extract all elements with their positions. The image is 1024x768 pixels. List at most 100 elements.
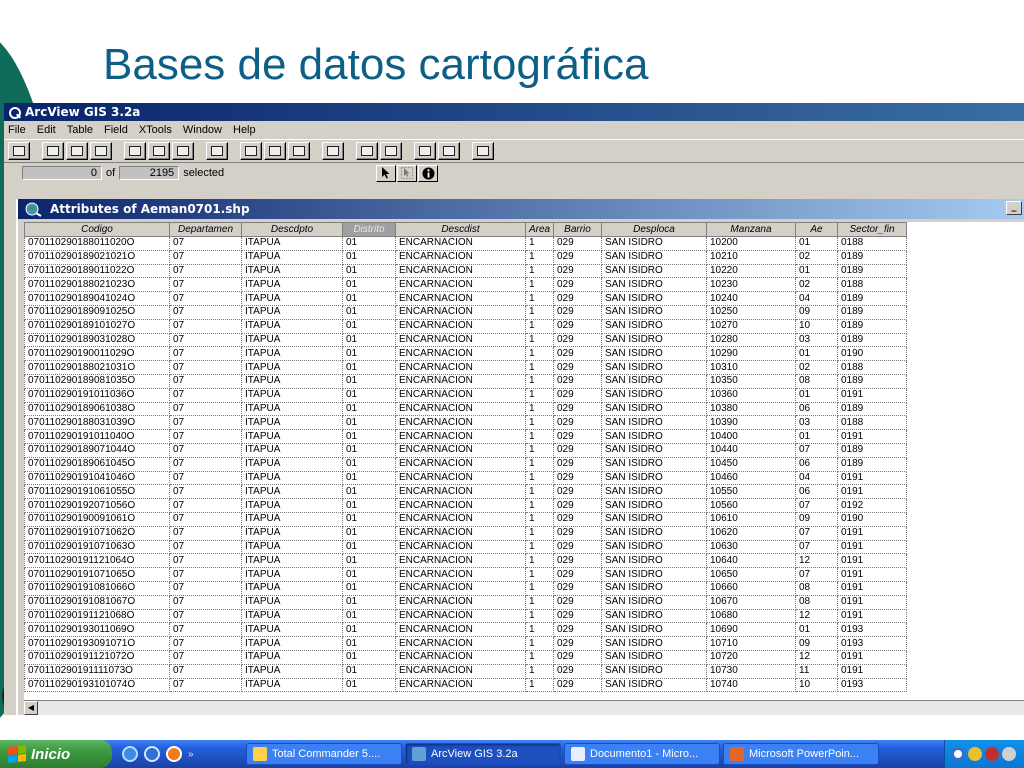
table-cell[interactable]: 10280 (706, 332, 796, 348)
table-cell[interactable]: ITAPUA (241, 636, 343, 651)
table-cell[interactable]: 07 (795, 567, 838, 582)
table-cell[interactable]: 070110290191011036O (24, 387, 170, 403)
table-cell[interactable]: 070110290189061038O (24, 401, 170, 417)
table-cell[interactable]: 070110290191061055O (24, 484, 170, 500)
select-all-button[interactable] (124, 142, 146, 160)
promote-button[interactable] (322, 142, 344, 160)
sort-ascending-button[interactable] (414, 142, 436, 160)
table-cell[interactable]: ENCARNACION (395, 429, 526, 444)
table-cell[interactable]: 07 (169, 291, 242, 306)
table-cell[interactable]: ENCARNACION (395, 539, 526, 555)
table-cell[interactable]: 1 (525, 622, 554, 638)
table-cell[interactable]: ENCARNACION (395, 415, 526, 431)
table-cell[interactable]: 01 (342, 567, 396, 582)
copy-button[interactable] (66, 142, 88, 160)
table-cell[interactable]: 029 (553, 332, 602, 348)
table-row[interactable]: 070110290191071062O 07 ITAPUA 01 ENCARNACION… (24, 525, 907, 541)
table-cell[interactable]: 10350 (706, 373, 796, 389)
table-cell[interactable]: 07 (169, 429, 242, 444)
table-cell[interactable]: ENCARNACION (395, 484, 526, 500)
table-cell[interactable]: ENCARNACION (395, 511, 526, 527)
table-row[interactable]: 070110290191011036O 07 ITAPUA 01 ENCARNACION… (24, 387, 907, 403)
table-row[interactable]: 070110290191121072O 07 ITAPUA 01 ENCARNACION… (24, 649, 907, 665)
table-cell[interactable]: 08 (795, 373, 838, 389)
table-cell[interactable]: 07 (169, 539, 242, 555)
table-cell[interactable]: ENCARNACION (395, 649, 526, 665)
table-row[interactable]: 070110290191071065O 07 ITAPUA 01 ENCARNACION… (24, 567, 907, 582)
table-cell[interactable]: 0191 (837, 539, 907, 555)
table-row[interactable]: 070110290191081067O 07 ITAPUA 01 ENCARNACION… (24, 594, 907, 610)
table-cell[interactable]: SAN ISIDRO (601, 360, 707, 375)
table-cell[interactable]: 070110290191011040O (24, 429, 170, 444)
table-cell[interactable]: ENCARNACION (395, 580, 526, 596)
arcview-titlebar[interactable]: ArcView GIS 3.2a (4, 103, 1024, 121)
table-cell[interactable]: SAN ISIDRO (601, 636, 707, 651)
column-header-sector_fin[interactable]: Sector_fin (837, 222, 907, 237)
table-cell[interactable]: 07 (169, 677, 242, 693)
table-cell[interactable]: 10450 (706, 456, 796, 472)
table-cell[interactable]: SAN ISIDRO (601, 608, 707, 624)
table-cell[interactable]: 10290 (706, 346, 796, 362)
taskbar-button-powerpoint[interactable]: Microsoft PowerPoin... (723, 743, 879, 765)
table-cell[interactable]: SAN ISIDRO (601, 594, 707, 610)
table-cell[interactable]: 070110290191041046O (24, 470, 170, 486)
table-cell[interactable]: 10390 (706, 415, 796, 431)
table-cell[interactable]: 06 (795, 401, 838, 417)
table-cell[interactable]: SAN ISIDRO (601, 373, 707, 389)
table-cell[interactable]: 07 (169, 553, 242, 569)
table-row[interactable]: 070110290191111073O 07 ITAPUA 01 ENCARNACION… (24, 663, 907, 679)
table-row[interactable]: 070110290189061045O 07 ITAPUA 01 ENCARNACION… (24, 456, 907, 472)
table-cell[interactable]: 1 (525, 525, 554, 541)
table-cell[interactable]: 10310 (706, 360, 796, 375)
table-cell[interactable]: ENCARNACION (395, 622, 526, 638)
table-cell[interactable]: 070110290193101074O (24, 677, 170, 693)
table-row[interactable]: 070110290191081066O 07 ITAPUA 01 ENCARNACION… (24, 580, 907, 596)
table-cell[interactable]: 0189 (837, 442, 907, 458)
table-cell[interactable]: 029 (553, 594, 602, 610)
table-cell[interactable]: 070110290189061045O (24, 456, 170, 472)
start-button[interactable]: Inicio (0, 740, 112, 768)
table-cell[interactable]: 11 (795, 663, 838, 679)
table-cell[interactable]: ITAPUA (241, 553, 343, 569)
table-cell[interactable]: SAN ISIDRO (601, 456, 707, 472)
table-row[interactable]: 070110290189061038O 07 ITAPUA 01 ENCARNACION… (24, 401, 907, 417)
table-cell[interactable]: ITAPUA (241, 580, 343, 596)
table-cell[interactable]: 07 (169, 263, 242, 279)
table-cell[interactable]: SAN ISIDRO (601, 553, 707, 569)
table-cell[interactable]: 1 (525, 456, 554, 472)
table-cell[interactable]: ITAPUA (241, 677, 343, 693)
table-cell[interactable]: 01 (342, 346, 396, 362)
table-cell[interactable]: 0189 (837, 401, 907, 417)
table-cell[interactable]: SAN ISIDRO (601, 332, 707, 348)
table-cell[interactable]: 070110290191121068O (24, 608, 170, 624)
table-row[interactable]: 070110290188021031O 07 ITAPUA 01 ENCARNACION… (24, 360, 907, 375)
table-cell[interactable]: 029 (553, 429, 602, 444)
table-cell[interactable]: 07 (795, 539, 838, 555)
table-cell[interactable]: 07 (169, 346, 242, 362)
table-cell[interactable]: 0189 (837, 332, 907, 348)
table-cell[interactable]: ITAPUA (241, 511, 343, 527)
table-cell[interactable]: 01 (342, 277, 396, 293)
column-header-barrio[interactable]: Barrio (553, 222, 602, 237)
table-cell[interactable]: 01 (342, 236, 396, 251)
table-cell[interactable]: 0189 (837, 291, 907, 306)
table-row[interactable]: 070110290191061055O 07 ITAPUA 01 ENCARNACION… (24, 484, 907, 500)
table-cell[interactable]: ENCARNACION (395, 594, 526, 610)
table-cell[interactable]: ITAPUA (241, 429, 343, 444)
table-cell[interactable]: 070110290189041024O (24, 291, 170, 306)
table-cell[interactable]: SAN ISIDRO (601, 580, 707, 596)
paste-button[interactable] (90, 142, 112, 160)
table-cell[interactable]: 10670 (706, 594, 796, 610)
table-cell[interactable]: 10 (795, 677, 838, 693)
column-header-distrito[interactable]: Distrito (342, 222, 396, 237)
column-header-area[interactable]: Area (525, 222, 554, 237)
table-cell[interactable]: 07 (169, 442, 242, 458)
table-cell[interactable]: 1 (525, 249, 554, 265)
table-cell[interactable]: 12 (795, 553, 838, 569)
table-cell[interactable]: 070110290188021031O (24, 360, 170, 375)
table-cell[interactable]: 1 (525, 236, 554, 251)
select-none-button[interactable] (148, 142, 170, 160)
table-cell[interactable]: 07 (169, 470, 242, 486)
table-cell[interactable]: ENCARNACION (395, 525, 526, 541)
table-cell[interactable]: 1 (525, 594, 554, 610)
